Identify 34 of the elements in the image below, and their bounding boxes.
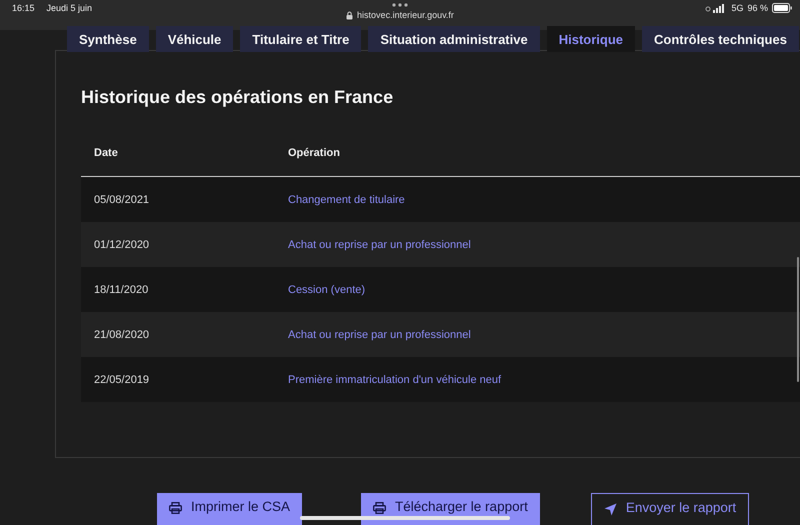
printer-icon (169, 502, 182, 514)
operation-link[interactable]: Cession (vente) (288, 284, 366, 296)
url-text[interactable]: histovec.interieur.gouv.fr (357, 10, 454, 20)
action-button[interactable]: Télécharger le rapport (361, 493, 540, 525)
section-title: Historique des opérations en France (81, 87, 394, 108)
operation-link[interactable]: Première immatriculation d'un véhicule neuf (288, 374, 502, 386)
operation-link[interactable]: Achat ou reprise par un professionnel (288, 238, 471, 250)
operation-link[interactable]: Changement de titulaire (288, 194, 405, 206)
status-time: 16:15 (12, 3, 35, 13)
tab[interactable]: Véhicule (156, 26, 234, 52)
lock-icon (346, 10, 354, 20)
column-header: Opération (288, 147, 340, 159)
action-button[interactable]: Imprimer le CSA (157, 493, 302, 525)
column-header: Date (93, 147, 119, 159)
date-cell-text: 18/11/2020 (93, 284, 150, 296)
date-cell-text: 21/08/2020 (93, 328, 150, 340)
printer-icon (373, 502, 386, 514)
more-icon[interactable] (392, 3, 408, 7)
paper-plane-icon (604, 503, 617, 516)
tab[interactable]: Synthèse (67, 26, 149, 52)
status-date: Jeudi 5 juin (46, 3, 92, 13)
date-cell-text: 22/05/2019 (93, 374, 150, 386)
tab[interactable]: Situation administrative (368, 26, 540, 52)
network-label: 5G (731, 3, 744, 13)
battery-icon (772, 3, 792, 13)
tab[interactable]: Historique (546, 26, 636, 52)
scrollbar[interactable] (797, 257, 799, 382)
date-cell-text: 05/08/2021 (93, 194, 150, 206)
action-button[interactable]: Envoyer le rapport (590, 493, 750, 525)
tab[interactable]: Titulaire et Titre (240, 26, 362, 52)
tab[interactable]: Contrôles techniques (642, 26, 799, 52)
operation-link[interactable]: Achat ou reprise par un professionnel (288, 328, 471, 340)
battery-label: 96 % (747, 3, 768, 13)
date-cell-text: 01/12/2020 (93, 238, 150, 250)
